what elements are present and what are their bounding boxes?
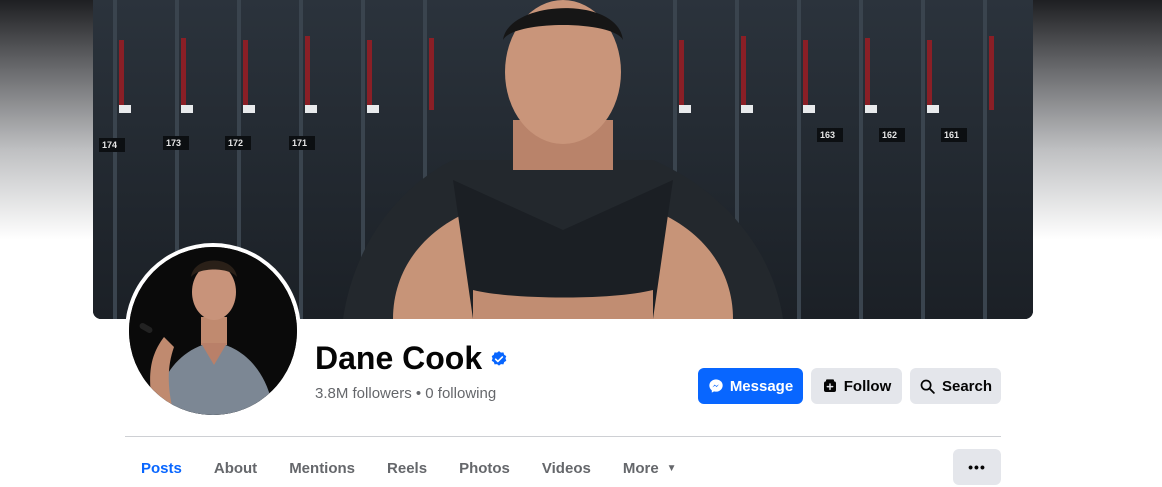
search-button-label: Search <box>941 377 993 395</box>
follow-button-label: Follow <box>843 377 892 395</box>
search-icon <box>920 379 935 394</box>
profile-avatar[interactable] <box>129 247 297 415</box>
tab-label: More <box>622 459 659 477</box>
verified-badge-icon <box>491 350 507 366</box>
followers-count[interactable]: 3.8M followers • 0 following <box>315 385 496 402</box>
locker-label: 161 <box>944 130 959 140</box>
message-button[interactable]: Message <box>698 368 803 404</box>
more-options-button[interactable]: ••• <box>953 449 1001 485</box>
caret-down-icon: ▼ <box>666 462 677 474</box>
tab-photos[interactable]: Photos <box>443 449 526 487</box>
locker-label: 173 <box>166 138 181 148</box>
tab-posts[interactable]: Posts <box>125 449 198 487</box>
locker-label: 162 <box>882 130 897 140</box>
tab-label: Mentions <box>289 459 356 477</box>
tab-label: Videos <box>541 459 591 477</box>
follow-button[interactable]: Follow <box>811 368 902 404</box>
locker-label: 172 <box>228 138 243 148</box>
locker-label: 163 <box>820 130 835 140</box>
tab-label: About <box>213 459 258 477</box>
search-button[interactable]: Search <box>910 368 1001 404</box>
profile-tabs: Posts About Mentions Reels Photos Videos… <box>125 449 693 487</box>
tab-more[interactable]: More ▼ <box>607 449 693 487</box>
locker-label: 174 <box>102 140 117 150</box>
tab-label: Photos <box>459 459 510 477</box>
tab-videos[interactable]: Videos <box>526 449 607 487</box>
avatar-illustration <box>129 247 297 415</box>
tab-mentions[interactable]: Mentions <box>273 449 371 487</box>
header-divider <box>125 436 1001 437</box>
tab-about[interactable]: About <box>198 449 273 487</box>
ellipsis-icon: ••• <box>968 459 986 475</box>
locker-label: 171 <box>292 138 307 148</box>
profile-name-row: Dane Cook <box>315 340 508 377</box>
tab-reels[interactable]: Reels <box>371 449 443 487</box>
follow-icon <box>823 379 836 392</box>
tab-label: Reels <box>387 459 428 477</box>
profile-name: Dane Cook <box>315 340 483 376</box>
messenger-icon <box>709 379 723 393</box>
tab-label: Posts <box>141 459 182 477</box>
message-button-label: Message <box>729 377 794 395</box>
